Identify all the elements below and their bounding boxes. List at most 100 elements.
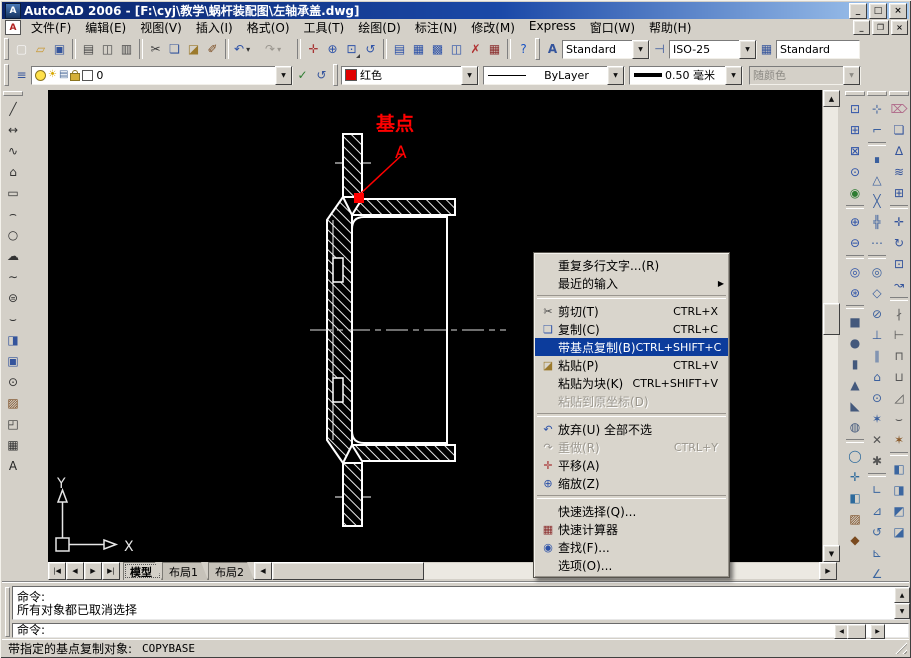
toolbar-grip[interactable]: [867, 91, 887, 96]
move-icon[interactable]: ✛: [889, 211, 909, 232]
paste-icon[interactable]: ◪: [184, 39, 203, 59]
designcenter-icon[interactable]: ▦: [409, 39, 428, 59]
draworder-send-to-back-icon[interactable]: ◨: [889, 479, 909, 500]
close-button[interactable]: ×: [889, 3, 907, 19]
spline-icon[interactable]: ∼: [3, 266, 23, 287]
toolbar-grip[interactable]: [535, 38, 540, 60]
polygon-icon[interactable]: ⌂: [3, 161, 23, 182]
hatch-icon[interactable]: ▨: [3, 392, 23, 413]
markup-manager-icon[interactable]: ✗: [466, 39, 485, 59]
break-icon[interactable]: ⊔: [889, 366, 909, 387]
layer-lock-icon[interactable]: [70, 73, 80, 81]
context-paste[interactable]: ◪粘贴(P)CTRL+V: [535, 356, 728, 374]
insert-block-icon[interactable]: ◨: [3, 329, 23, 350]
layer-combo[interactable]: ☀ ▤ 0 ▼: [31, 66, 293, 85]
menu-item[interactable]: 格式(O): [240, 18, 297, 37]
snap-apparent-intersection-icon[interactable]: ╬: [867, 211, 887, 232]
tab-nav-first-button[interactable]: |◀: [48, 562, 66, 580]
scale-icon[interactable]: ⊡: [889, 253, 909, 274]
scroll-down-icon[interactable]: ▼: [823, 545, 840, 562]
plot-preview-icon[interactable]: ◫: [98, 39, 117, 59]
cylinder-icon[interactable]: ▮: [845, 353, 865, 374]
zoom-extents-icon[interactable]: ⊛: [845, 282, 865, 303]
menu-item[interactable]: 文件(F): [24, 18, 78, 37]
snap-intersection-icon[interactable]: ╳: [867, 190, 887, 211]
scroll-left-icon[interactable]: ◀: [254, 562, 272, 580]
context-recent-input[interactable]: 最近的输入▶: [535, 274, 728, 292]
cut-icon[interactable]: ✂: [146, 39, 165, 59]
wedge-icon[interactable]: ◣: [845, 395, 865, 416]
zoom-center-icon[interactable]: ⊙: [845, 161, 865, 182]
scroll-up-icon[interactable]: ▲: [894, 587, 910, 603]
3d-pan-icon[interactable]: ✛: [845, 466, 865, 487]
zoom-realtime-icon[interactable]: ⊕: [323, 39, 342, 59]
toolbar-grip[interactable]: [889, 91, 909, 96]
menu-item[interactable]: 插入(I): [189, 18, 240, 37]
materials-icon[interactable]: ◆: [845, 529, 865, 550]
dropdown-arrow-icon[interactable]: ▼: [461, 66, 478, 85]
undo-icon[interactable]: ↶▾: [232, 39, 263, 59]
context-paste-as-block[interactable]: 粘贴为块(K)CTRL+SHIFT+V: [535, 374, 728, 392]
snap-tracking-icon[interactable]: ⊹: [867, 98, 887, 119]
erase-icon[interactable]: ⌦: [889, 98, 909, 119]
toolbar-grip[interactable]: [4, 64, 9, 86]
publish-icon[interactable]: ▥: [117, 39, 136, 59]
context-copy[interactable]: ❏复制(C)CTRL+C: [535, 320, 728, 338]
context-undo-deselect[interactable]: ↶放弃(U) 全部不选: [535, 420, 728, 438]
trim-icon[interactable]: ∤: [889, 303, 909, 324]
menu-item[interactable]: 编辑(E): [78, 18, 133, 37]
table-icon[interactable]: ▦: [3, 434, 23, 455]
context-cut[interactable]: ✂剪切(T)CTRL+X: [535, 302, 728, 320]
horizontal-scroll-thumb[interactable]: [272, 562, 424, 580]
text-style-combo[interactable]: Standard ▼: [562, 40, 650, 59]
context-find[interactable]: ◉查找(F)...: [535, 538, 728, 556]
mtext-icon[interactable]: A: [3, 455, 23, 476]
point-icon[interactable]: ⊙: [3, 371, 23, 392]
menu-item[interactable]: 帮助(H): [642, 18, 698, 37]
rectangle-icon[interactable]: ▭: [3, 182, 23, 203]
dropdown-arrow-icon[interactable]: ▾: [277, 45, 281, 54]
snap-tangent-icon[interactable]: ⊘: [867, 303, 887, 324]
plot-icon[interactable]: ▤: [79, 39, 98, 59]
layer-vpfreeze-icon[interactable]: ▤: [59, 70, 68, 80]
layer-previous-icon[interactable]: ↺: [312, 65, 331, 85]
command-window-grip[interactable]: [5, 587, 10, 637]
ucs-icon[interactable]: ∟: [867, 479, 887, 500]
layout-tab-2[interactable]: 布局1: [162, 562, 208, 580]
prompt-scroll-thumb[interactable]: [847, 624, 866, 639]
zoom-scale-icon[interactable]: ⊠: [845, 140, 865, 161]
snap-quadrant-icon[interactable]: ◇: [867, 282, 887, 303]
linetype-combo[interactable]: ByLayer ▼: [483, 66, 625, 85]
scroll-up-icon[interactable]: ▲: [823, 90, 840, 107]
menu-item[interactable]: 窗口(W): [583, 18, 642, 37]
match-properties-icon[interactable]: ✐: [203, 39, 222, 59]
context-copy-with-base-point[interactable]: 带基点复制(B)CTRL+SHIFT+C: [535, 338, 728, 356]
mdi-close-button[interactable]: ×: [891, 20, 908, 35]
3d-orbit-icon[interactable]: ◯: [845, 445, 865, 466]
basepoint-marker[interactable]: [354, 193, 364, 203]
shade-icon[interactable]: ◧: [845, 487, 865, 508]
text-style-icon[interactable]: A: [543, 39, 562, 59]
command-history-scrollbar[interactable]: ▲ ▼: [894, 587, 908, 619]
layout-tab-1[interactable]: 模型: [123, 562, 162, 580]
offset-icon[interactable]: ≋: [889, 161, 909, 182]
mirror-icon[interactable]: ∆: [889, 140, 909, 161]
dropdown-arrow-icon[interactable]: ▼: [739, 40, 756, 59]
draworder-bring-above-icon[interactable]: ◩: [889, 500, 909, 521]
osnap-settings-icon[interactable]: ✱: [867, 450, 887, 471]
dropdown-arrow-icon[interactable]: ▼: [725, 66, 742, 85]
tab-nav-prev-button[interactable]: ◀: [66, 562, 84, 580]
cone-icon[interactable]: ▲: [845, 374, 865, 395]
snap-from-icon[interactable]: ⌐: [867, 119, 887, 140]
maximize-button[interactable]: □: [869, 3, 887, 19]
minimize-button[interactable]: _: [849, 3, 867, 19]
scroll-right-icon[interactable]: ▶: [870, 624, 885, 639]
context-zoom[interactable]: ⊕缩放(Z): [535, 474, 728, 492]
break-at-point-icon[interactable]: ⊓: [889, 345, 909, 366]
construction-line-icon[interactable]: ↔: [3, 119, 23, 140]
zoom-window-icon[interactable]: ⊡: [342, 39, 361, 59]
table-style-combo[interactable]: Standard: [776, 40, 860, 59]
open-icon[interactable]: ▱: [31, 39, 50, 59]
copy-icon[interactable]: ❏: [165, 39, 184, 59]
tab-nav-next-button[interactable]: ▶: [84, 562, 102, 580]
